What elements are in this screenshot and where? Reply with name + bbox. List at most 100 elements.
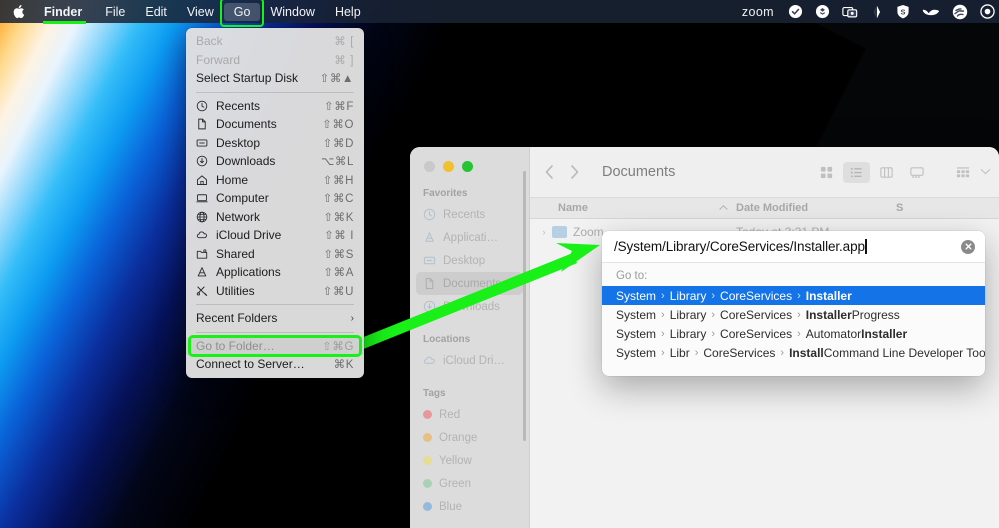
- control-center-icon[interactable]: [980, 4, 995, 19]
- menu-help[interactable]: Help: [325, 3, 371, 21]
- menu-item-shortcut: ⇧⌘G: [322, 340, 354, 353]
- menu-item-recents[interactable]: Recents ⇧⌘F: [186, 97, 364, 116]
- tag-color-dot: [423, 479, 432, 488]
- back-chevron-icon[interactable]: [544, 164, 554, 180]
- clear-x-icon[interactable]: [961, 239, 975, 254]
- path-part: CoreServices: [720, 288, 793, 303]
- menu-item-applications[interactable]: Applications ⇧⌘A: [186, 263, 364, 282]
- dropbox-icon[interactable]: [815, 4, 830, 19]
- path-part-match: Installer: [805, 307, 852, 322]
- menu-item-connect-to-server[interactable]: Connect to Server… ⌘K: [186, 355, 364, 374]
- folder-path-field[interactable]: /System/Library/CoreServices/Installer.a…: [602, 231, 985, 263]
- group-by-icon[interactable]: [949, 162, 976, 183]
- sidebar-item-applications[interactable]: Applicati…: [410, 226, 529, 249]
- path-separator: ›: [661, 346, 665, 359]
- sidebar-tag-orange[interactable]: Orange: [410, 426, 529, 449]
- go-to-folder-dialog: /System/Library/CoreServices/Installer.a…: [602, 231, 985, 376]
- menu-item-desktop[interactable]: Desktop ⇧⌘D: [186, 134, 364, 153]
- globe-hand-icon[interactable]: [952, 4, 968, 20]
- sidebar-label: Documents: [443, 277, 502, 290]
- list-item[interactable]: System › Library › CoreServices › Installer: [602, 286, 985, 305]
- sidebar-tag-red[interactable]: Red: [410, 403, 529, 426]
- sidebar-label: Orange: [439, 431, 478, 444]
- document-icon: [196, 118, 212, 130]
- path-part: Library: [669, 326, 707, 341]
- menu-item-home[interactable]: Home ⇧⌘H: [186, 171, 364, 190]
- menu-item-back[interactable]: Back ⌘ [: [186, 32, 364, 51]
- menu-view[interactable]: View: [177, 3, 224, 21]
- zoom-button[interactable]: [462, 161, 473, 172]
- list-view-button[interactable]: [843, 161, 870, 183]
- navigation-buttons: [544, 164, 580, 180]
- finder-toolbar: Documents: [530, 147, 999, 197]
- path-part: System: [616, 288, 657, 303]
- menu-item-recent-folders[interactable]: Recent Folders ›: [186, 309, 364, 328]
- screen: Finder File Edit View Go Window Help zoo…: [0, 0, 999, 528]
- sidebar-tag-green[interactable]: Green: [410, 472, 529, 495]
- list-item[interactable]: System › Libr › CoreServices › Install Command…: [602, 343, 985, 362]
- menu-item-shortcut: ⇧⌘H: [322, 174, 354, 187]
- sidebar-item-icloud-drive[interactable]: iCloud Dri…: [410, 349, 529, 372]
- sidebar-item-downloads[interactable]: Downloads: [410, 295, 529, 318]
- dark-reader-icon[interactable]: [870, 5, 884, 19]
- column-view-button[interactable]: [873, 162, 900, 183]
- menu-item-label: Home: [216, 172, 249, 187]
- gallery-view-button[interactable]: [903, 162, 930, 183]
- menu-item-computer[interactable]: Computer ⇧⌘C: [186, 189, 364, 208]
- menu-finder[interactable]: Finder: [36, 3, 95, 24]
- column-header-name[interactable]: Name: [530, 202, 736, 214]
- column-header-size[interactable]: S: [896, 202, 999, 214]
- forward-chevron-icon[interactable]: [570, 164, 580, 180]
- sidebar-label: Applicati…: [443, 231, 498, 244]
- menu-item-documents[interactable]: Documents ⇧⌘O: [186, 115, 364, 134]
- sidebar-item-desktop[interactable]: Desktop: [410, 249, 529, 272]
- sidebar-scrollbar[interactable]: [523, 171, 526, 441]
- menu-item-label: Desktop: [216, 135, 261, 150]
- sidebar-item-documents[interactable]: Documents: [416, 272, 523, 295]
- menu-item-icloud-drive[interactable]: iCloud Drive ⇧⌘ I: [186, 226, 364, 245]
- menu-item-network[interactable]: Network ⇧⌘K: [186, 208, 364, 227]
- path-part-match: Install: [789, 345, 824, 360]
- menu-go[interactable]: Go: [219, 0, 265, 27]
- menu-item-shortcut: ⇧⌘F: [324, 100, 354, 113]
- apple-logo-icon[interactable]: [0, 4, 36, 19]
- column-header-date-modified[interactable]: Date Modified: [736, 202, 896, 214]
- menu-item-shortcut: ⇧⌘O: [322, 119, 354, 132]
- menu-edit[interactable]: Edit: [135, 3, 177, 21]
- sidebar-section-tags: Tags Red Orange Yellow Green Blue: [410, 388, 529, 518]
- icon-view-button[interactable]: [813, 162, 840, 183]
- chevron-down-icon[interactable]: [980, 163, 991, 181]
- wings-icon[interactable]: [922, 6, 940, 17]
- sidebar-item-recents[interactable]: Recents: [410, 203, 529, 226]
- menu-file[interactable]: File: [95, 3, 135, 21]
- disclosure-triangle-icon[interactable]: ›: [536, 227, 552, 237]
- path-part-match: Installer: [861, 326, 908, 341]
- menu-item-utilities[interactable]: Utilities ⇧⌘U: [186, 282, 364, 301]
- menu-item-go-to-folder[interactable]: Go to Folder… ⇧⌘G: [186, 334, 364, 357]
- zoom-status-label[interactable]: zoom: [742, 5, 774, 19]
- menu-item-downloads[interactable]: Downloads ⌥⌘L: [186, 152, 364, 171]
- menu-item-shared[interactable]: Shared ⇧⌘S: [186, 245, 364, 264]
- minimize-button[interactable]: [443, 161, 454, 172]
- checkmark-circle-icon[interactable]: [788, 4, 803, 19]
- shield-s-icon[interactable]: S: [896, 4, 910, 19]
- suggestion-list: System › Library › CoreServices › Installer Sy…: [602, 286, 985, 376]
- close-button[interactable]: [424, 161, 435, 172]
- path-part: Library: [669, 307, 707, 322]
- menu-item-label: Shared: [216, 246, 255, 261]
- path-separator: ›: [661, 289, 665, 302]
- list-item[interactable]: System › Library › CoreServices › Automator In…: [602, 324, 985, 343]
- menu-item-shortcut: ⌘K: [333, 359, 354, 372]
- sidebar-tag-yellow[interactable]: Yellow: [410, 449, 529, 472]
- sidebar-section-locations: Locations iCloud Dri…: [410, 334, 529, 372]
- screen-share-icon[interactable]: [842, 5, 858, 19]
- utilities-icon: [196, 285, 212, 297]
- folder-path-input[interactable]: /System/Library/CoreServices/Installer.a…: [614, 239, 865, 254]
- menu-item-shortcut: ⇧⌘K: [323, 211, 354, 224]
- menu-item-forward[interactable]: Forward ⌘ ]: [186, 51, 364, 70]
- sidebar-label: Desktop: [443, 254, 486, 267]
- menu-window[interactable]: Window: [260, 3, 324, 21]
- menu-item-select-startup-disk[interactable]: Select Startup Disk ⇧⌘▲: [186, 69, 364, 88]
- list-item[interactable]: System › Library › CoreServices › Installer Pr…: [602, 305, 985, 324]
- sidebar-tag-blue[interactable]: Blue: [410, 495, 529, 518]
